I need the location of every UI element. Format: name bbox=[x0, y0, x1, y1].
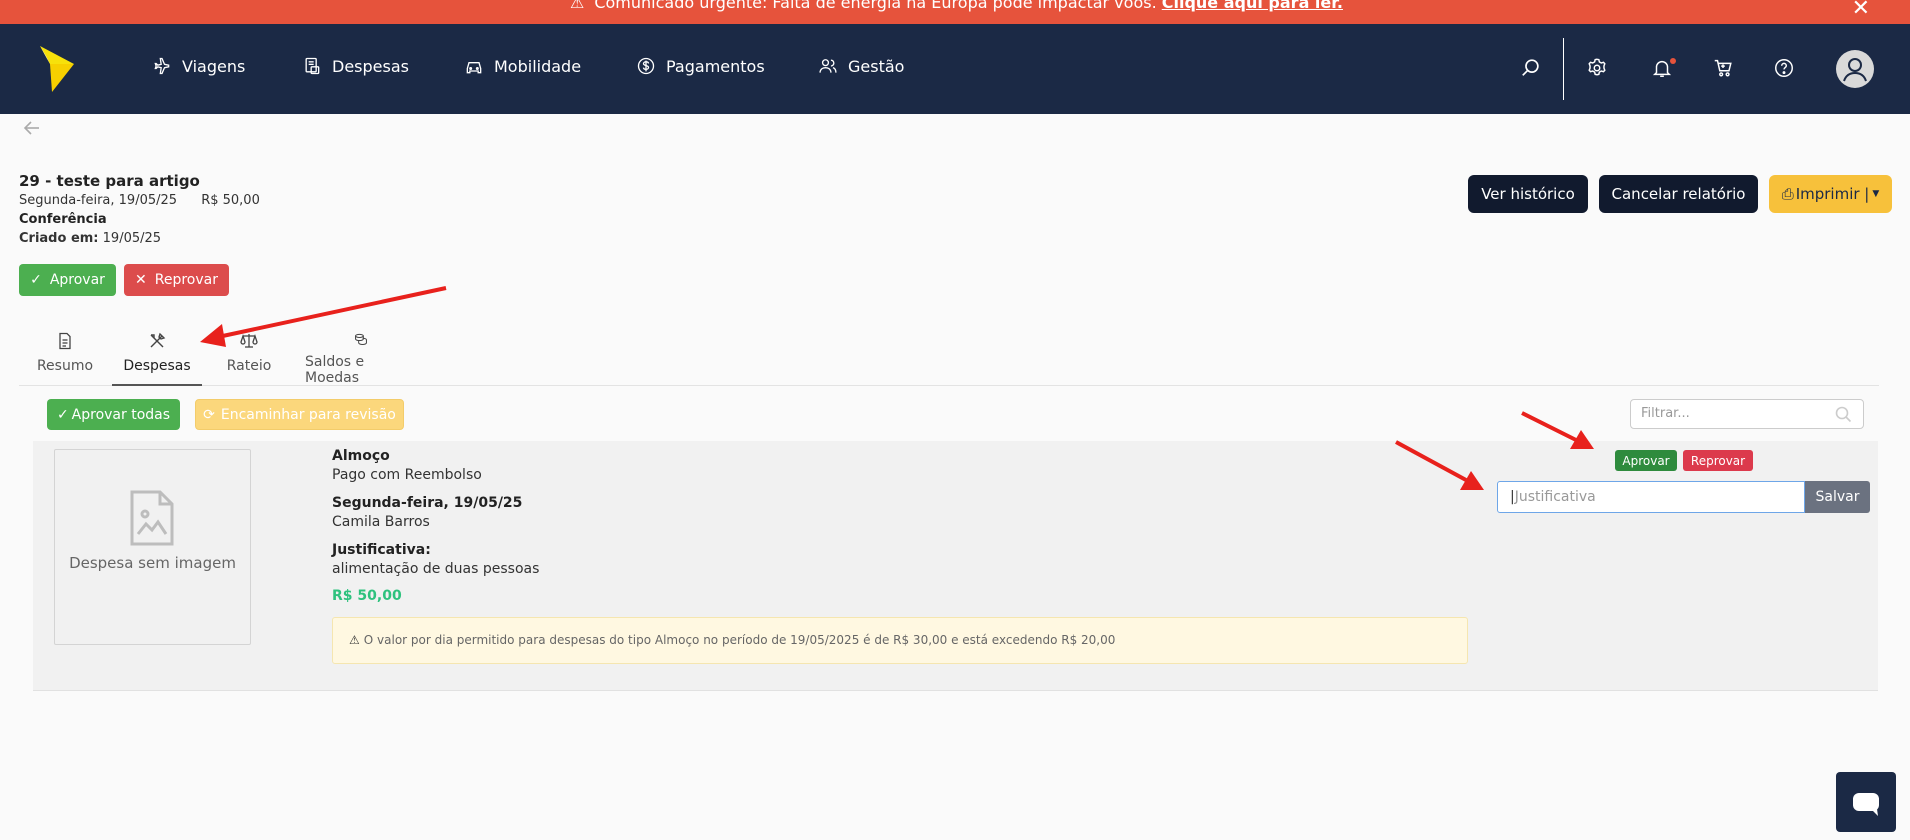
alert-message: ⚠ Comunicado urgente: Falta de energia na… bbox=[570, 0, 1343, 12]
expense-date: Segunda-feira, 19/05/25 bbox=[332, 495, 523, 511]
nav-item-despesas[interactable]: Despesas bbox=[302, 56, 409, 76]
cart-icon[interactable] bbox=[1712, 57, 1734, 79]
tab-resumo[interactable]: Resumo bbox=[37, 330, 93, 386]
printer-icon: ⎙ bbox=[1781, 185, 1794, 203]
nav-divider bbox=[1563, 38, 1564, 100]
alert-link[interactable]: Clique aqui para ler. bbox=[1162, 0, 1343, 12]
car-icon bbox=[466, 62, 482, 74]
warning-icon: ⚠ bbox=[349, 633, 360, 647]
chevron-down-icon: ▼ bbox=[1872, 189, 1880, 199]
expense-image-placeholder[interactable]: Despesa sem imagem bbox=[54, 449, 251, 645]
reject-report-button[interactable]: ✕ Reprovar bbox=[124, 264, 229, 296]
warning-icon: ⚠ bbox=[570, 0, 585, 12]
coins-icon bbox=[355, 333, 367, 345]
chat-bubble-icon bbox=[1853, 793, 1879, 816]
filter-input[interactable]: Filtrar... bbox=[1630, 399, 1864, 429]
notification-dot bbox=[1670, 58, 1676, 64]
scale-icon bbox=[240, 333, 258, 348]
print-button[interactable]: ⎙ Imprimir | ▼ bbox=[1769, 175, 1892, 213]
image-file-icon bbox=[130, 490, 174, 546]
nav-item-gestao[interactable]: Gestão bbox=[818, 56, 904, 76]
report-tabs: Resumo Despesas Rateio Saldos e Moedas bbox=[19, 330, 1879, 386]
approve-expense-button[interactable]: Aprovar bbox=[1615, 450, 1677, 471]
airplane-icon bbox=[154, 57, 170, 75]
nav-item-mobilidade[interactable]: Mobilidade bbox=[464, 56, 581, 76]
cancel-report-button[interactable]: Cancelar relatório bbox=[1599, 175, 1758, 213]
report-created: Criado em: 19/05/25 bbox=[19, 231, 162, 246]
reject-expense-button[interactable]: Reprovar bbox=[1683, 450, 1753, 471]
no-image-caption: Despesa sem imagem bbox=[69, 554, 236, 572]
approve-all-button[interactable]: ✓ Aprovar todas bbox=[47, 399, 180, 430]
tab-rateio[interactable]: Rateio bbox=[226, 330, 272, 386]
history-button[interactable]: Ver histórico bbox=[1468, 175, 1588, 213]
gear-icon[interactable] bbox=[1586, 57, 1608, 79]
policy-warning: ⚠ O valor por dia permitido para despesas… bbox=[332, 617, 1468, 664]
refresh-icon: ⟳ bbox=[203, 406, 215, 423]
search-icon[interactable] bbox=[1520, 57, 1542, 79]
receipt-icon bbox=[305, 57, 320, 75]
utensils-icon bbox=[150, 332, 166, 348]
justification-input[interactable]: |Justificativa bbox=[1497, 481, 1805, 513]
brand-logo-icon[interactable] bbox=[40, 46, 74, 92]
save-justification-button[interactable]: Salvar bbox=[1805, 481, 1870, 513]
tab-despesas[interactable]: Despesas bbox=[112, 330, 202, 386]
help-icon[interactable] bbox=[1773, 57, 1795, 79]
expense-payment: Pago com Reembolso bbox=[332, 467, 482, 483]
report-status: Conferência bbox=[19, 212, 107, 227]
forward-review-button[interactable]: ⟳ Encaminhar para revisão bbox=[195, 399, 404, 430]
report-date: Segunda-feira, 19/05/25 bbox=[19, 193, 178, 208]
tab-saldos-e-moedas[interactable]: Saldos e Moedas bbox=[305, 330, 417, 386]
report-title: 29 - teste para artigo bbox=[19, 172, 200, 190]
nav-item-pagamentos[interactable]: Pagamentos bbox=[636, 56, 765, 76]
chat-widget-button[interactable] bbox=[1836, 772, 1896, 832]
user-avatar-icon bbox=[1843, 58, 1867, 82]
expense-amount: R$ 50,00 bbox=[332, 588, 402, 604]
x-icon: ✕ bbox=[135, 272, 147, 288]
expense-category: Almoço bbox=[332, 448, 390, 464]
document-icon bbox=[59, 332, 71, 350]
users-icon bbox=[819, 59, 837, 73]
nav-item-viagens[interactable]: Viagens bbox=[152, 56, 245, 76]
search-icon[interactable] bbox=[1834, 405, 1852, 423]
back-arrow-icon[interactable] bbox=[22, 118, 42, 138]
dollar-circle-icon bbox=[637, 57, 655, 75]
report-meta: Segunda-feira, 19/05/25 R$ 50,00 bbox=[19, 193, 260, 208]
close-icon[interactable]: ✕ bbox=[1852, 0, 1870, 21]
justification-text: alimentação de duas pessoas bbox=[332, 561, 540, 577]
check-icon: ✓ bbox=[30, 272, 42, 288]
top-navbar: Viagens Despesas Mobilidade Pagamentos G… bbox=[0, 24, 1910, 114]
report-amount: R$ 50,00 bbox=[201, 193, 260, 208]
alert-banner: ⚠ Comunicado urgente: Falta de energia na… bbox=[0, 0, 1910, 24]
justification-label: Justificativa: bbox=[332, 542, 431, 558]
expense-user: Camila Barros bbox=[332, 514, 430, 530]
approve-report-button[interactable]: ✓ Aprovar bbox=[19, 264, 116, 296]
avatar[interactable] bbox=[1836, 50, 1874, 88]
check-icon: ✓ bbox=[56, 406, 69, 423]
